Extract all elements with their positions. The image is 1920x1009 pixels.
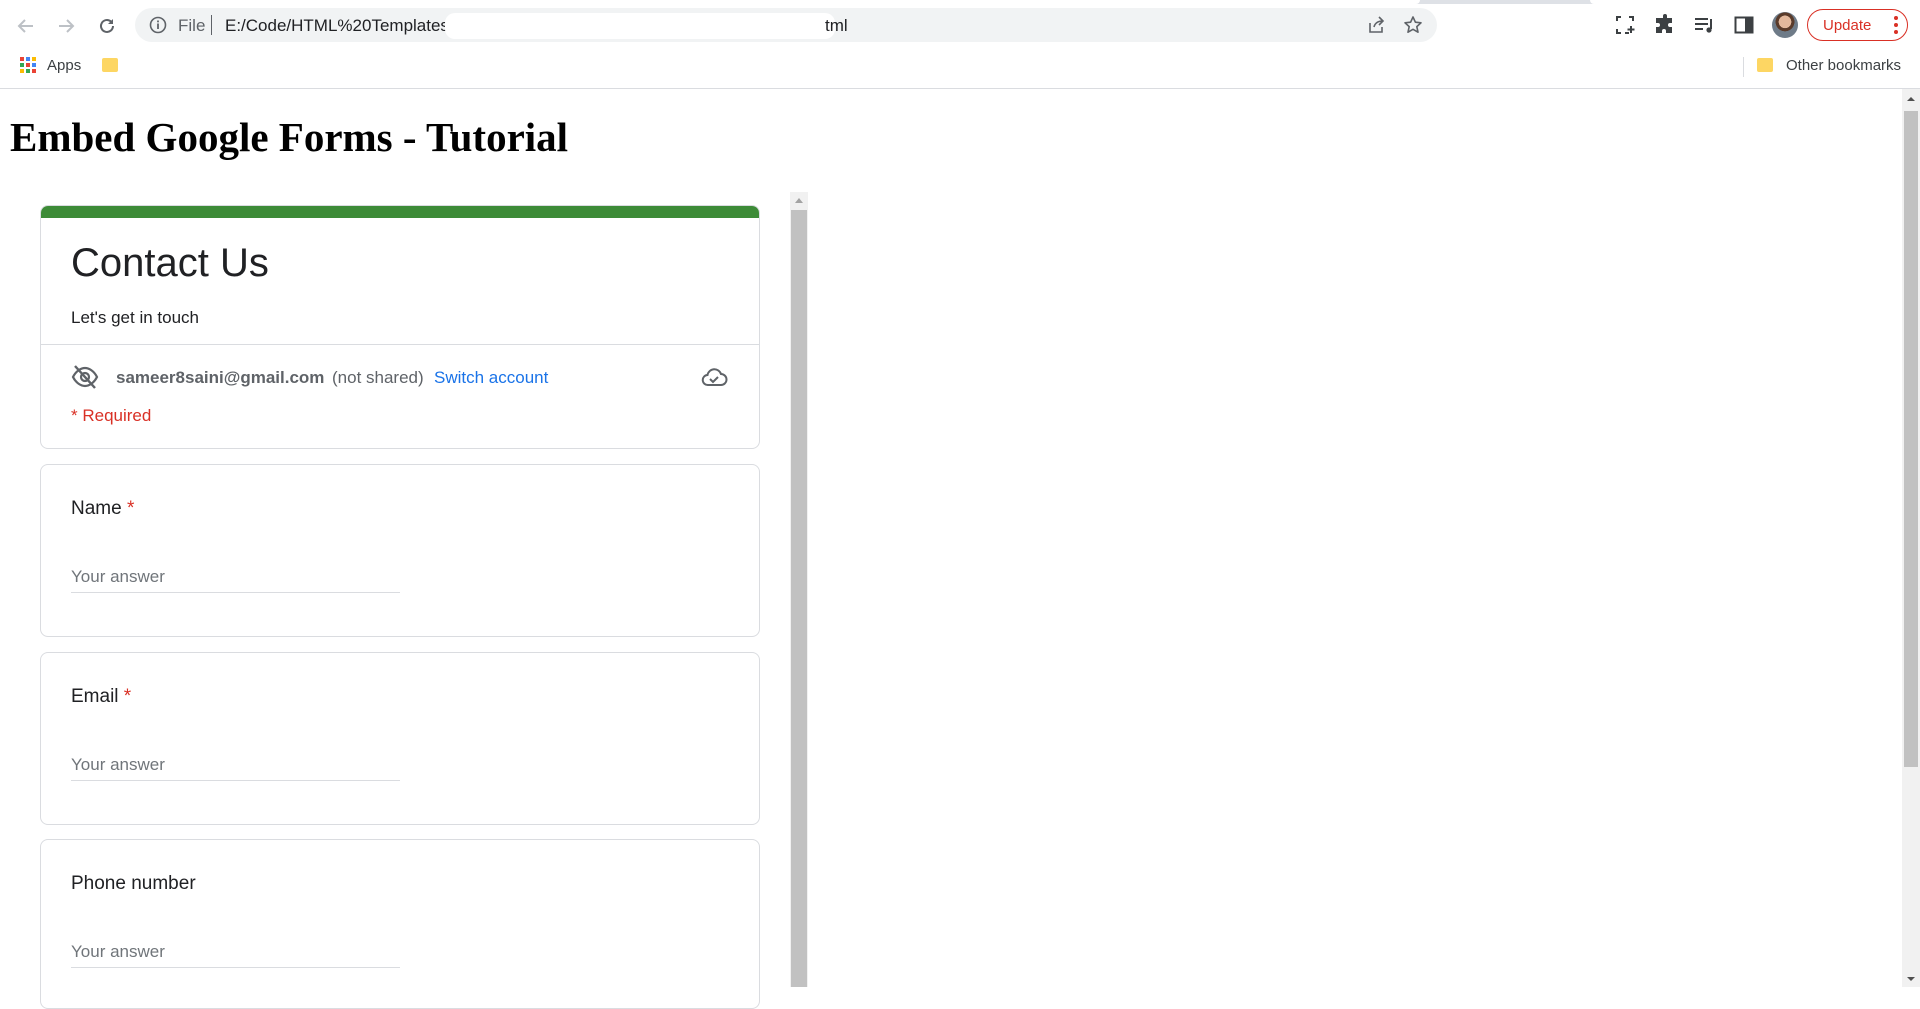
form-iframe-scrollbar[interactable] (790, 192, 808, 987)
media-queue-icon[interactable] (1692, 13, 1716, 37)
back-button[interactable] (10, 10, 42, 42)
address-bar[interactable]: File E:/Code/HTML%20Templates tml (135, 8, 1437, 42)
page-scrollbar[interactable] (1902, 89, 1920, 987)
forward-arrow-icon (59, 19, 75, 33)
account-email: sameer8saini@gmail.com (116, 368, 325, 387)
star-icon[interactable] (1403, 15, 1423, 35)
form-header-card: Contact Us Let's get in touch sameer8sai… (40, 205, 760, 449)
side-panel-icon[interactable] (1732, 13, 1756, 37)
question-label: Name * (71, 498, 135, 519)
required-asterisk: * (123, 686, 132, 707)
question-label: Phone number (71, 873, 196, 894)
form-iframe-scrollbar-thumb[interactable] (791, 210, 807, 987)
page-title: Embed Google Forms - Tutorial (10, 114, 569, 160)
input-placeholder: Your answer (71, 755, 165, 774)
redaction-mask (445, 13, 835, 39)
apps-grid-icon[interactable] (20, 57, 37, 74)
tab-strip-edge (0, 0, 1920, 4)
url-text[interactable]: E:/Code/HTML%20Templates (225, 16, 449, 36)
bookmark-other[interactable]: Other bookmarks (1786, 57, 1901, 74)
reload-button[interactable] (91, 10, 123, 42)
question-label: Email * (71, 686, 132, 707)
screenshot-icon[interactable] (1613, 13, 1637, 37)
question-card-email: Email * Your answer (40, 652, 760, 825)
reload-icon (100, 18, 114, 33)
menu-dots-icon (1894, 16, 1898, 34)
email-input[interactable]: Your answer (71, 750, 400, 781)
form-accent-bar (41, 206, 759, 218)
url-text-end: tml (825, 16, 848, 35)
update-button[interactable]: Update (1807, 9, 1908, 41)
required-note: * Required (71, 406, 152, 425)
switch-account-link[interactable]: Switch account (434, 368, 548, 388)
name-input[interactable]: Your answer (71, 562, 400, 593)
folder-icon (1757, 58, 1773, 72)
bookmark-apps[interactable]: Apps (47, 57, 81, 74)
input-placeholder: Your answer (71, 942, 165, 961)
input-placeholder: Your answer (71, 567, 165, 586)
not-shared-label: (not shared) (332, 368, 424, 387)
form-title: Contact Us (71, 241, 269, 285)
page-scrollbar-thumb[interactable] (1904, 111, 1918, 767)
browser-toolbar: File E:/Code/HTML%20Templates tml Update (0, 0, 1920, 50)
back-arrow-icon (17, 19, 33, 33)
forward-button[interactable] (50, 10, 82, 42)
url-scheme: File (178, 16, 206, 35)
scroll-up-arrow-icon[interactable] (1906, 94, 1916, 104)
bookmarks-bar (0, 50, 1920, 89)
profile-avatar[interactable] (1772, 12, 1798, 38)
scroll-down-arrow-icon[interactable] (1906, 974, 1916, 984)
required-asterisk: * (126, 498, 135, 519)
question-card-name: Name * Your answer (40, 464, 760, 637)
form-description: Let's get in touch (71, 308, 199, 327)
account-row: sameer8saini@gmail.com (not shared) Swit… (71, 361, 731, 395)
eye-off-icon (71, 365, 99, 389)
share-icon[interactable] (1367, 16, 1385, 34)
scroll-up-arrow-icon[interactable] (794, 196, 804, 204)
folder-icon[interactable] (102, 58, 118, 72)
update-label: Update (1823, 16, 1872, 34)
phone-input[interactable]: Your answer (71, 937, 400, 968)
info-icon[interactable] (149, 16, 167, 34)
cloud-done-icon[interactable] (700, 365, 728, 391)
question-card-phone: Phone number Your answer (40, 839, 760, 1009)
extensions-puzzle-icon[interactable] (1653, 13, 1677, 37)
